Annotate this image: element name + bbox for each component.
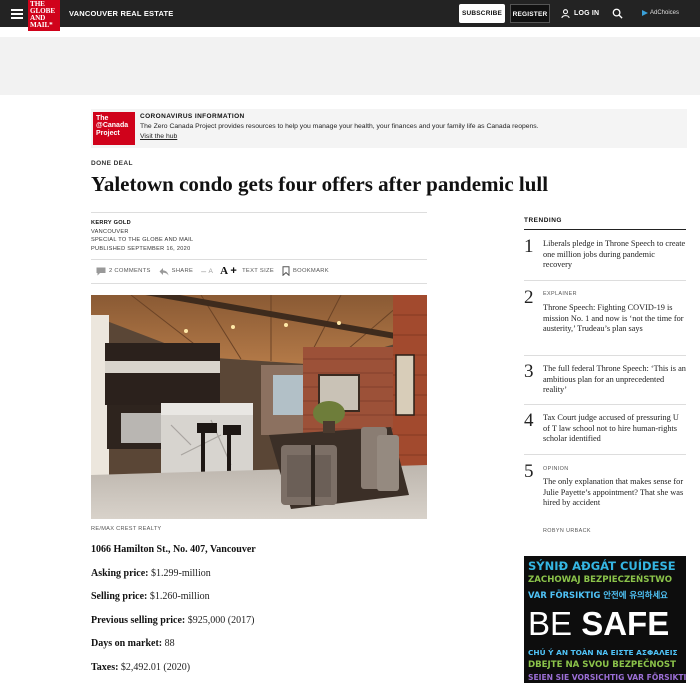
fact-label: Asking price: [91,567,149,579]
article-toolbar: 2 COMMENTS SHARE – A A + TEXT SIZE BOOKM… [96,264,337,278]
ad-banner-placeholder [0,37,700,95]
globe-and-mail-logo[interactable]: THE GLOBE AND MAIL* [28,0,60,31]
trending-number: 2 [524,287,534,308]
be-word: BE [528,605,573,642]
adchoices-link[interactable]: AdChoices [642,10,679,16]
address-text: 1066 Hamilton St., No. 407, Vancouver [91,544,256,555]
fact-label: Days on market: [91,638,163,650]
share-label: SHARE [171,268,194,274]
trending-number: 3 [524,361,534,382]
fact-label: Selling price: [91,591,148,603]
trending-headline[interactable]: Throne Speech: Fighting COVID-19 is miss… [543,303,686,335]
banner-title: CORONAVIRUS INFORMATION [140,113,245,120]
photo-credit: RE/MAX CREST REALTY [91,526,162,532]
listing-address: 1066 Hamilton St., No. 407, Vancouver [91,544,256,568]
text-size-label: TEXT SIZE [242,268,274,274]
fact-row: Previous selling price: $925,000 (2017) [91,615,256,639]
login-label: LOG IN [574,10,600,17]
article-photo[interactable] [91,295,427,519]
trending-number: 5 [524,461,534,482]
ad-text-line: CHÚ Ý AN TOÀN ΝΑ ΕΙΣΤΕ ΑΣΦΑΛΕΙΣ [528,648,678,657]
coronavirus-info-banner: The @Canada Project CORONAVIRUS INFORMAT… [91,109,687,148]
divider [91,259,427,260]
byline-special: SPECIAL TO THE GLOBE AND MAIL [91,237,194,243]
be-safe-headline: BE SAFE [528,606,669,642]
ad-text-line: DBEJTE NA SVOU BEZPEČNOST [528,660,676,670]
condo-interior-image [91,295,427,519]
fact-row: Asking price: $1.299-million [91,568,256,592]
fact-label: Taxes: [91,661,119,673]
subscribe-button[interactable]: SUBSCRIBE [459,4,505,23]
published-date: PUBLISHED SEPTEMBER 16, 2020 [91,245,191,252]
text-increase-button[interactable]: A [220,265,228,277]
divider [524,280,686,281]
trending-kicker: EXPLAINER [543,291,577,297]
trending-headline[interactable]: The full federal Throne Speech: ‘This is… [543,364,686,396]
section-title[interactable]: VANCOUVER REAL ESTATE [69,9,174,18]
trending-rule [524,229,686,230]
fact-label: Previous selling price: [91,614,186,626]
be-safe-ad[interactable]: SÝNIÐ AÐGÁT CUÍDESE ZACHOWAJ BEZPIECZEŃS… [524,556,686,683]
fact-value: $2,492.01 (2020) [120,661,191,673]
ad-text-line: SÝNIÐ AÐGÁT CUÍDESE [528,559,676,573]
ad-text-line: VAR FÖRSIKTIG 안전에 유의하세요 [528,590,668,600]
search-icon[interactable] [612,8,623,19]
bookmark-label: BOOKMARK [292,268,329,274]
trending-number: 4 [524,410,534,431]
logo-line: Project [96,129,120,137]
trending-kicker: OPINION [543,466,569,472]
logo-line: @Canada [96,122,129,130]
trending-headline[interactable]: Tax Court judge accused of pressuring U … [543,413,686,445]
logo-line: MAIL* [30,21,53,29]
ad-text-line: ZACHOWAJ BEZPIECZEŃSTWO [528,575,673,585]
fact-value: 88 [164,638,175,650]
share-icon [159,267,169,275]
listing-facts: 1066 Hamilton St., No. 407, Vancouver As… [91,544,256,683]
canada-project-logo: The @Canada Project [93,112,135,145]
logo-line: The [96,115,109,122]
fact-value: $925,000 (2017) [187,614,255,626]
visit-hub-link[interactable]: Visit the hub [140,133,177,140]
trending-headline[interactable]: The only explanation that makes sense fo… [543,477,686,509]
trending-number: 1 [524,236,534,257]
text-size-control: – A A + TEXT SIZE [201,265,274,277]
user-icon [561,9,570,18]
bookmark-button[interactable]: BOOKMARK [282,266,329,276]
divider [91,212,427,213]
fact-value: $1.299-million [151,567,211,579]
login-button[interactable]: LOG IN [561,9,599,18]
bookmark-icon [282,266,290,276]
byline-location: VANCOUVER [91,228,129,235]
trending-headline[interactable]: Liberals pledge in Throne Speech to crea… [543,239,686,271]
divider [91,283,427,284]
comment-icon [96,267,106,275]
article-kicker[interactable]: DONE DEAL [91,160,133,167]
fact-row: Taxes: $2,492.01 (2020) [91,662,256,683]
adchoices-label: AdChoices [650,10,680,16]
plus-icon: + [230,265,238,277]
trending-heading: TRENDING [524,217,562,224]
article-headline: Yaletown condo gets four offers after pa… [91,172,549,196]
ad-text-line: SEIEN SIE VORSICHTIG VAR FÖRSIKTIG [528,673,686,682]
author-name[interactable]: KERRY GOLD [91,219,193,228]
fact-value: $1.260-million [149,591,210,603]
safe-word: SAFE [581,605,670,642]
text-decrease-button[interactable]: A [208,268,213,275]
comments-button[interactable]: 2 COMMENTS [96,267,151,276]
fact-row: Days on market: 88 [91,638,256,662]
share-button[interactable]: SHARE [159,267,193,276]
minus-icon: – [201,266,207,276]
byline: KERRY GOLD VANCOUVER SPECIAL TO THE GLOB… [91,219,193,253]
comments-label: 2 COMMENTS [109,268,151,274]
fact-row: Selling price: $1.260-million [91,591,256,615]
banner-text: The Zero Canada Project provides resourc… [140,123,539,130]
top-nav: THE GLOBE AND MAIL* VANCOUVER REAL ESTAT… [0,0,700,31]
menu-icon[interactable] [11,9,23,19]
divider [524,404,686,405]
adchoices-icon [642,10,648,16]
divider [524,355,686,356]
divider [524,454,686,455]
trending-author[interactable]: ROBYN URBACK [543,528,591,534]
register-button[interactable]: REGISTER [510,4,550,23]
